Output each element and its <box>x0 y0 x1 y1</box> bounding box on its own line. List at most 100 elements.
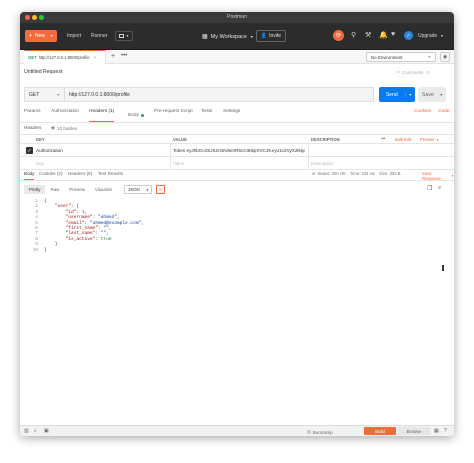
chevron-down-icon: ▼ <box>439 92 443 97</box>
heart-icon[interactable]: ♥ <box>391 31 395 38</box>
new-window-button[interactable]: ▼ <box>115 31 133 41</box>
sidebar-toggle-icon[interactable]: ▥ <box>24 428 29 434</box>
time-text: Time: 333 ms <box>349 171 376 176</box>
invite-button[interactable]: 👤 Invite <box>256 30 286 42</box>
new-description-input[interactable]: Description <box>311 161 334 166</box>
workspace-grid-icon: ▦ <box>202 34 208 40</box>
format-select[interactable]: JSON ▼ <box>124 185 152 194</box>
upgrade-button[interactable]: Upgrade ▼ <box>418 33 444 39</box>
console-icon[interactable]: ▣ <box>44 428 49 434</box>
line-number: 10 <box>32 247 38 253</box>
request-name: Untitled Request <box>24 69 63 75</box>
response-tab-test-results[interactable]: Test Results <box>98 171 123 176</box>
request-tab[interactable]: GET http://127.0.0.1:8000/profile × <box>24 50 106 64</box>
satellite-icon[interactable]: ⚲ <box>351 31 356 39</box>
url-input[interactable]: http://127.0.0.1:8000/profile <box>64 87 374 102</box>
bootcamp-icon: ◎ <box>307 429 311 434</box>
more-options-icon[interactable]: ••• <box>381 136 385 141</box>
close-tab-icon[interactable]: × <box>94 55 96 60</box>
runner-button[interactable]: Runner <box>91 33 107 39</box>
response-tab-headers[interactable]: Headers (8) <box>68 171 92 176</box>
tab-headers[interactable]: Headers (1) <box>89 109 115 122</box>
response-tab-cookies[interactable]: Cookies (2) <box>39 171 63 176</box>
bootcamp-button[interactable]: ◎ Bootcamp <box>307 429 333 435</box>
headers-label: Headers <box>24 125 42 130</box>
search-icon[interactable]: ⌕ <box>438 185 441 192</box>
add-tab-icon[interactable]: + <box>111 53 115 60</box>
response-tab-body[interactable]: Body <box>24 171 35 180</box>
save-response-button[interactable]: Save Response ▼ <box>422 171 454 181</box>
response-editor[interactable]: 1 2 3 4 5 6 7 8 9 10 { "user": { "id": 1, "userna… <box>24 196 450 434</box>
import-button[interactable]: Import <box>67 33 81 39</box>
col-key-header: KEY <box>36 137 45 142</box>
tab-body[interactable]: Body <box>128 109 144 122</box>
copy-icon[interactable]: ❐ <box>427 185 432 192</box>
comments-button[interactable]: ▭ Comments 0 <box>396 69 429 75</box>
headers-table-head: KEY VALUE DESCRIPTION ••• Bulk Edit Pres… <box>20 134 454 144</box>
method-select[interactable]: GET ▼ <box>24 87 64 102</box>
chevron-down-icon: ▼ <box>451 174 454 178</box>
request-tabs-bar: GET http://127.0.0.1:8000/profile × + ••… <box>20 50 454 64</box>
size-text: Size: 352 B <box>379 171 401 176</box>
active-dot-icon <box>140 114 144 117</box>
new-value-input[interactable]: Value <box>173 161 184 166</box>
divider <box>20 122 454 123</box>
header-enabled-checkbox[interactable]: ✓ <box>26 147 33 154</box>
wrap-lines-icon[interactable]: ≡ <box>156 185 165 194</box>
find-icon[interactable]: ⌕ <box>34 428 37 434</box>
response-body-code: { "user": { "id": 1, "username": "ahmed"… <box>44 199 144 253</box>
view-raw-button[interactable]: Raw <box>45 185 64 194</box>
divider <box>308 144 309 157</box>
build-mode-button[interactable]: Build <box>364 427 396 435</box>
divider <box>20 180 454 181</box>
bell-icon[interactable]: 🔔 <box>379 31 388 39</box>
chevron-down-icon: ▼ <box>49 34 54 38</box>
environment-select[interactable]: No Environment ▼ <box>366 52 436 62</box>
header-key-cell[interactable]: Authorization <box>36 148 63 153</box>
eye-icon[interactable]: ◉ <box>440 52 450 62</box>
divider <box>308 157 309 170</box>
wrench-icon[interactable]: ⚒ <box>365 31 371 39</box>
view-visualize-button[interactable]: Visualize <box>90 185 118 194</box>
chevron-down-icon: ▼ <box>249 34 254 39</box>
tab-authorization[interactable]: Authorization <box>51 109 79 122</box>
comment-icon: ▭ <box>396 69 401 74</box>
table-row: Key Value Description <box>20 157 454 170</box>
header-value-cell[interactable]: Token eyJhbGciOiJIUzI1NiIsInR5cCI6IkpXVC… <box>173 148 305 153</box>
layout-icon[interactable]: ▦ <box>434 428 439 434</box>
save-button[interactable]: Save ▼ <box>418 87 446 102</box>
chevron-down-icon: ▼ <box>440 34 444 38</box>
col-description-header: DESCRIPTION <box>311 137 340 142</box>
send-button[interactable]: Send ▼ <box>379 87 415 102</box>
cookies-link[interactable]: Cookies <box>414 109 431 122</box>
divider <box>170 144 171 157</box>
view-pretty-button[interactable]: Pretty <box>24 185 46 194</box>
tab-pre-request-script[interactable]: Pre-request Script <box>154 109 193 122</box>
view-preview-button[interactable]: Preview <box>64 185 90 194</box>
tab-tests[interactable]: Tests <box>201 109 212 122</box>
window-title: Postman <box>227 14 247 20</box>
header-description-cell[interactable] <box>311 148 431 154</box>
new-key-input[interactable]: Key <box>36 161 44 166</box>
new-button[interactable]: + New ▼ <box>25 30 57 42</box>
code-link[interactable]: Code <box>438 109 449 122</box>
workspace-switcher[interactable]: ▦ My Workspace ▼ <box>202 33 254 41</box>
browse-mode-button[interactable]: Browse <box>398 427 430 435</box>
window-plus-icon <box>118 34 124 38</box>
help-icon[interactable]: ? <box>444 428 447 434</box>
tab-settings[interactable]: Settings <box>223 109 240 122</box>
avatar[interactable]: ✓ <box>404 31 413 40</box>
response-meta: ⊕ Status: 200 OK Time: 333 ms Size: 352 … <box>312 171 401 176</box>
bulk-edit-link[interactable]: Bulk Edit <box>395 137 412 142</box>
presets-dropdown[interactable]: Presets ▼ <box>420 137 439 142</box>
divider <box>170 157 171 170</box>
more-tabs-icon[interactable]: ••• <box>121 53 127 59</box>
sync-icon[interactable]: ⟳ <box>333 30 344 41</box>
globe-icon: ⊕ <box>312 171 316 176</box>
hidden-headers-toggle[interactable]: ◉ 10 hidden <box>51 125 77 131</box>
postman-window: Postman + New ▼ Import Runner ▼ ▦ My Wor… <box>20 12 454 436</box>
chevron-down-icon: ▼ <box>125 34 130 38</box>
tab-params[interactable]: Params <box>24 109 41 122</box>
chevron-down-icon: ▼ <box>146 187 149 192</box>
chevron-down-icon: ▼ <box>436 137 440 142</box>
